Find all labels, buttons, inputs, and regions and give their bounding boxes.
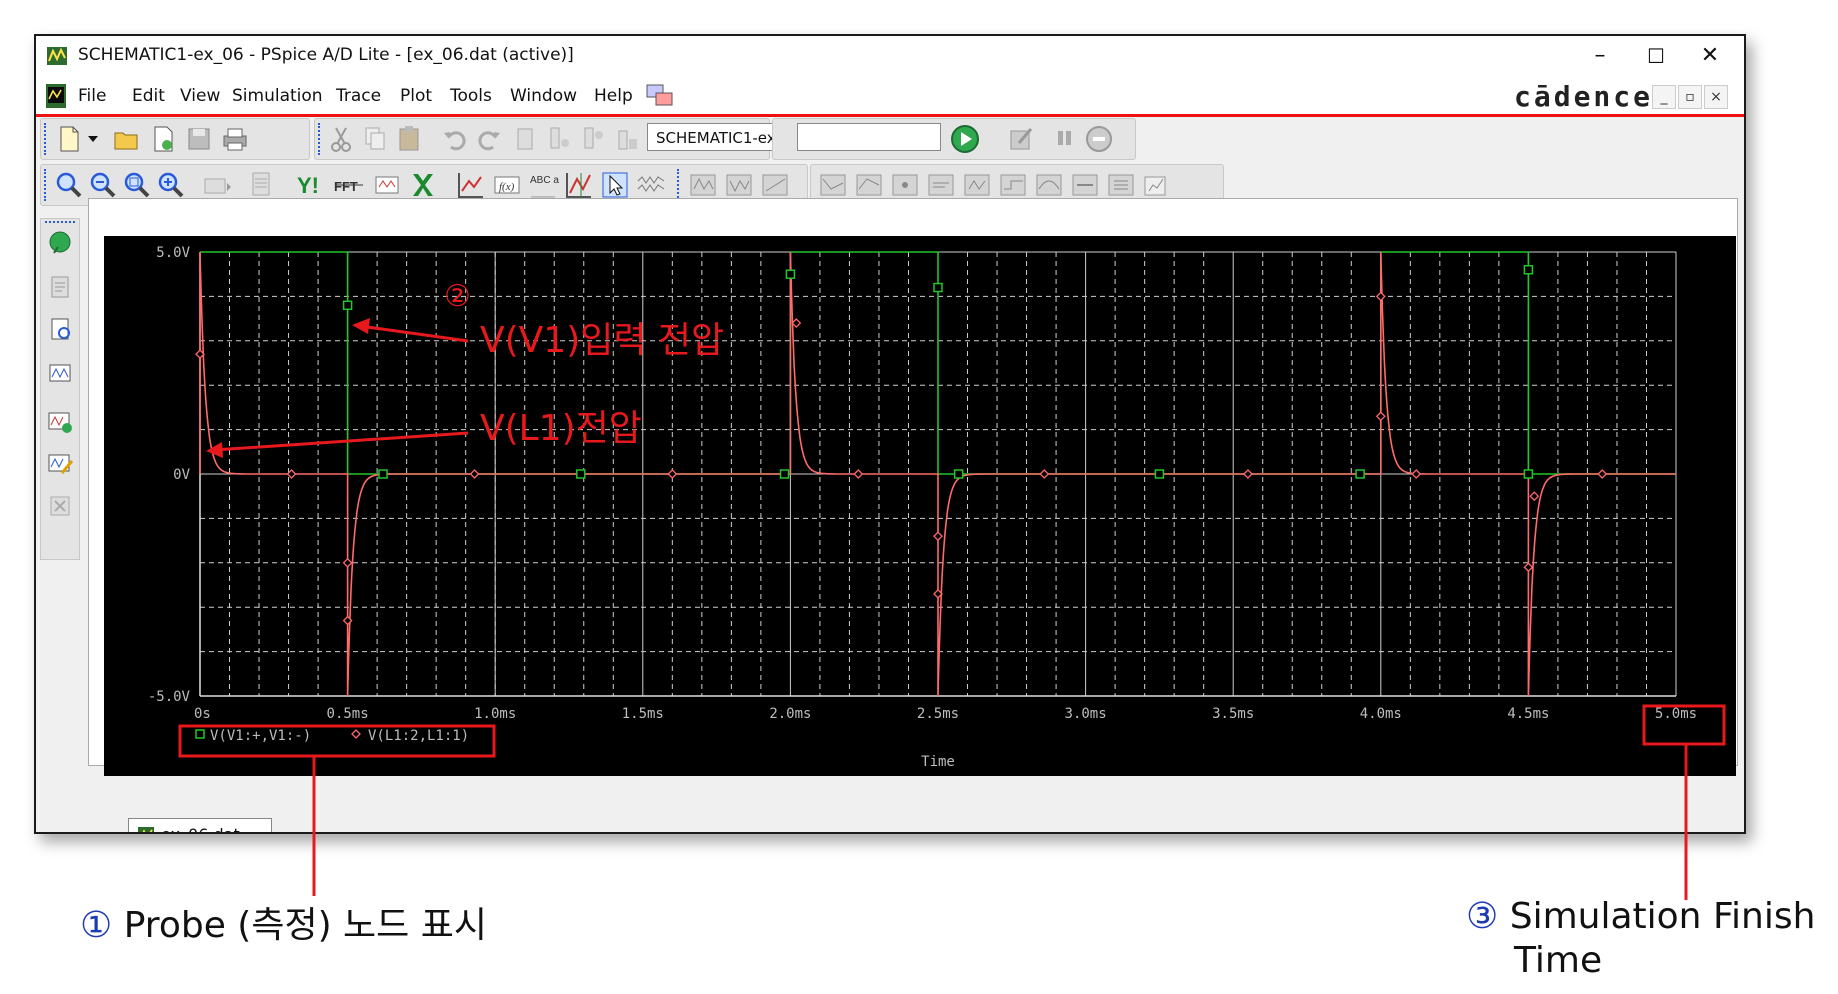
- finish-time-highlight-box: [1642, 704, 1726, 746]
- finish-annotation-line2: Time: [1514, 940, 1603, 981]
- probe-annotation: ① Probe (측정) 노드 표시: [80, 896, 487, 948]
- annotation-overlay: ② V(V1)입력 전압 V(L1)전압: [178, 279, 1726, 900]
- probe-annotation-text: Probe (측정) 노드 표시: [123, 905, 487, 946]
- annotation-v1-label: V(V1)입력 전압: [480, 320, 724, 361]
- annotation-circle-2: ②: [444, 279, 471, 314]
- annotation-circle-3: ③: [1466, 896, 1499, 937]
- finish-annotation-line1: Simulation Finish: [1509, 896, 1816, 937]
- finish-annotation: ③ Simulation Finish: [1466, 896, 1815, 937]
- legend-highlight-box: [178, 724, 496, 758]
- annotation-l1-label: V(L1)전압: [480, 408, 642, 449]
- annotation-circle-1: ①: [80, 905, 113, 946]
